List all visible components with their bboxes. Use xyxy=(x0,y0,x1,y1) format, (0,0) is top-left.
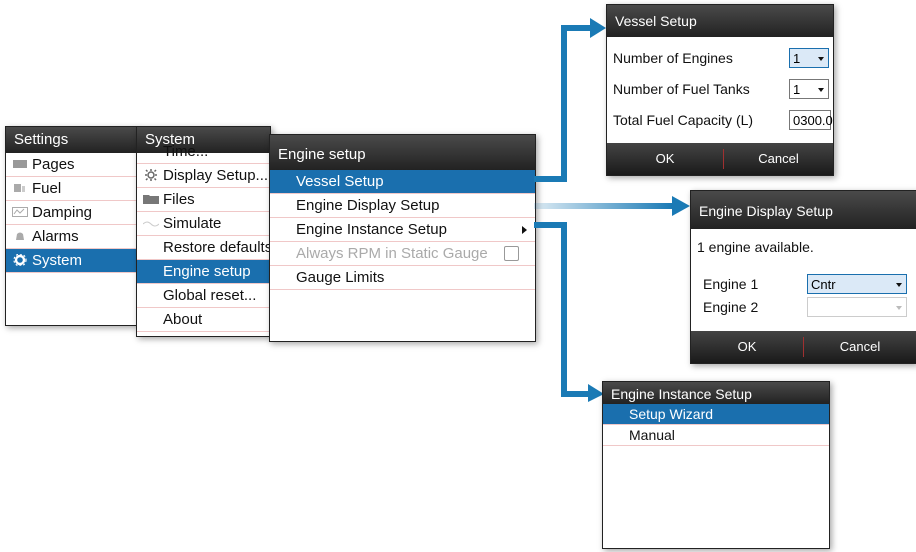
ok-button[interactable]: OK xyxy=(607,143,723,175)
engine-setup-item-always-rpm[interactable]: Always RPM in Static Gauge xyxy=(270,242,535,266)
system-menu: System Time... Display Setup... Files Si… xyxy=(136,126,271,337)
settings-menu: Settings Pages Fuel Damping Alarms Syste… xyxy=(5,126,137,326)
vessel-setup-button-bar: OK Cancel xyxy=(607,143,833,175)
chevron-down-icon xyxy=(818,88,824,92)
display-setup-icon xyxy=(145,169,157,181)
gear-icon xyxy=(13,254,27,266)
engines-available-text: 1 engine available. xyxy=(697,239,814,255)
arrow-to-engine-display-setup xyxy=(534,196,690,216)
number-of-engines-value: 1 xyxy=(793,51,801,66)
engine-2-select[interactable] xyxy=(807,297,907,317)
engine-display-setup-title: Engine Display Setup xyxy=(691,191,916,229)
engine-1-select[interactable]: Cntr xyxy=(807,274,907,294)
settings-item-system[interactable]: System xyxy=(6,249,136,273)
chevron-down-icon xyxy=(818,57,824,61)
total-fuel-capacity-input[interactable]: 0300.0 xyxy=(789,110,833,130)
engine-display-setup-dialog: Engine Display Setup 1 engine available.… xyxy=(690,190,916,364)
ok-button[interactable]: OK xyxy=(691,331,803,363)
system-item-global-reset[interactable]: Global reset... xyxy=(137,284,270,308)
arrow-to-vessel-setup xyxy=(534,18,606,182)
engine-setup-menu: Engine setup Vessel Setup Engine Display… xyxy=(269,134,536,342)
engine-setup-item-label: Engine Display Setup xyxy=(296,197,440,214)
always-rpm-checkbox[interactable] xyxy=(504,246,519,261)
pages-icon xyxy=(13,160,27,168)
arrow-to-engine-instance-setup xyxy=(534,222,604,402)
settings-item-label: Damping xyxy=(32,204,93,221)
settings-item-pages[interactable]: Pages xyxy=(6,153,136,177)
total-fuel-capacity-value: 0300.0 xyxy=(793,113,833,128)
vessel-setup-title: Vessel Setup xyxy=(607,5,833,37)
settings-item-label: System xyxy=(32,252,83,269)
system-item-simulate[interactable]: Simulate xyxy=(137,212,270,236)
system-item-label: Global reset... xyxy=(163,287,257,304)
settings-menu-title: Settings xyxy=(6,127,136,153)
system-item-label: Time... xyxy=(163,143,209,160)
system-item-time[interactable]: Time... xyxy=(137,140,270,164)
number-of-fuel-tanks-value: 1 xyxy=(793,82,801,97)
engine-setup-item-engine-instance-setup[interactable]: Engine Instance Setup xyxy=(270,218,535,242)
vessel-setup-dialog: Vessel Setup Number of Engines 1 Number … xyxy=(606,4,834,176)
system-item-label: Display Setup... xyxy=(163,167,269,184)
settings-item-damping[interactable]: Damping xyxy=(6,201,136,225)
engine-2-label: Engine 2 xyxy=(703,299,759,315)
simulate-icon xyxy=(143,221,159,227)
settings-item-fuel[interactable]: Fuel xyxy=(6,177,136,201)
chevron-down-icon xyxy=(896,283,902,287)
chevron-down-icon xyxy=(896,306,902,310)
number-of-fuel-tanks-select[interactable]: 1 xyxy=(789,79,829,99)
folder-icon xyxy=(143,195,159,204)
settings-item-alarms[interactable]: Alarms xyxy=(6,225,136,249)
system-item-engine-setup[interactable]: Engine setup xyxy=(137,260,270,284)
number-of-engines-select[interactable]: 1 xyxy=(789,48,829,68)
cancel-button[interactable]: Cancel xyxy=(804,331,916,363)
engine-setup-title: Engine setup xyxy=(270,135,535,170)
system-item-label: About xyxy=(163,311,203,328)
cancel-button[interactable]: Cancel xyxy=(724,143,833,175)
system-item-label: Engine setup xyxy=(163,263,251,280)
engine-1-label: Engine 1 xyxy=(703,276,759,292)
engine-setup-item-gauge-limits[interactable]: Gauge Limits xyxy=(270,266,535,290)
system-item-label: Restore defaults... xyxy=(163,239,271,256)
engine-setup-item-vessel-setup[interactable]: Vessel Setup xyxy=(270,170,535,194)
vessel-setup-label-engines: Number of Engines xyxy=(613,50,733,66)
engine-1-value: Cntr xyxy=(811,277,836,292)
engine-setup-item-label: Always RPM in Static Gauge xyxy=(296,245,488,262)
engine-setup-item-engine-display-setup[interactable]: Engine Display Setup xyxy=(270,194,535,218)
engine-setup-item-label: Engine Instance Setup xyxy=(296,221,447,238)
system-item-label: Simulate xyxy=(163,215,222,232)
alarms-icon xyxy=(16,232,24,240)
engine-instance-item-label: Manual xyxy=(629,427,675,443)
engine-instance-setup-menu: Engine Instance Setup Setup Wizard Manua… xyxy=(602,381,830,549)
vessel-setup-label-fuel-tanks: Number of Fuel Tanks xyxy=(613,81,750,97)
engine-instance-item-setup-wizard[interactable]: Setup Wizard xyxy=(603,404,829,425)
system-item-about[interactable]: About xyxy=(137,308,270,332)
settings-item-label: Fuel xyxy=(32,180,62,197)
system-item-display-setup[interactable]: Display Setup... xyxy=(137,164,270,188)
engine-setup-item-label: Gauge Limits xyxy=(296,269,385,286)
settings-item-label: Alarms xyxy=(32,228,79,245)
settings-item-label: Pages xyxy=(32,156,75,173)
engine-instance-item-label: Setup Wizard xyxy=(629,406,714,422)
vessel-setup-label-fuel-capacity: Total Fuel Capacity (L) xyxy=(613,112,754,128)
damping-icon xyxy=(12,207,28,217)
system-item-restore-defaults[interactable]: Restore defaults... xyxy=(137,236,270,260)
engine-setup-item-label: Vessel Setup xyxy=(296,173,384,190)
system-item-files[interactable]: Files xyxy=(137,188,270,212)
fuel-icon xyxy=(14,184,25,192)
engine-instance-item-manual[interactable]: Manual xyxy=(603,425,829,446)
engine-display-setup-button-bar: OK Cancel xyxy=(691,331,916,363)
engine-instance-setup-title: Engine Instance Setup xyxy=(603,382,829,404)
system-item-label: Files xyxy=(163,191,195,208)
